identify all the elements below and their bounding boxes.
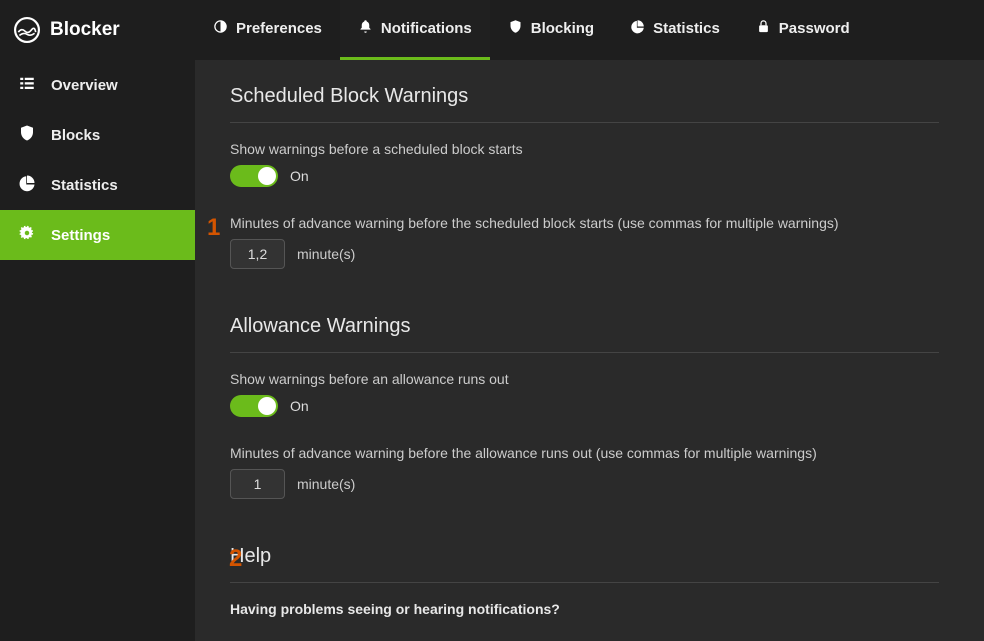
sidebar-item-blocks[interactable]: Blocks bbox=[0, 110, 195, 160]
content-scroll[interactable]: Scheduled Block Warnings Show warnings b… bbox=[195, 60, 984, 641]
divider bbox=[230, 582, 939, 583]
tab-preferences[interactable]: Preferences bbox=[195, 0, 340, 60]
content-wrap: Scheduled Block Warnings Show warnings b… bbox=[195, 60, 984, 641]
pie-icon bbox=[630, 19, 645, 38]
lock-icon bbox=[756, 19, 771, 38]
app-logo-icon bbox=[14, 17, 40, 43]
pie-icon bbox=[18, 174, 36, 196]
divider bbox=[230, 352, 939, 353]
tab-label: Preferences bbox=[236, 20, 322, 37]
divider bbox=[230, 122, 939, 123]
allowance-show-toggle[interactable] bbox=[230, 395, 278, 417]
allowance-show-state: On bbox=[290, 398, 309, 414]
sidebar-item-label: Overview bbox=[51, 77, 118, 94]
scheduled-minutes-input[interactable] bbox=[230, 239, 285, 269]
allowance-minutes-input[interactable] bbox=[230, 469, 285, 499]
tab-label: Blocking bbox=[531, 20, 594, 37]
top-tabs: Preferences Notifications Blocking Stati… bbox=[195, 0, 868, 60]
tab-label: Password bbox=[779, 20, 850, 37]
shield-icon bbox=[508, 19, 523, 38]
list-icon bbox=[18, 74, 36, 96]
allowance-minutes-unit: minute(s) bbox=[297, 476, 355, 492]
tab-blocking[interactable]: Blocking bbox=[490, 0, 612, 60]
sidebar: Overview Blocks Statistics Settings bbox=[0, 60, 195, 641]
tab-label: Notifications bbox=[381, 20, 472, 37]
scheduled-show-toggle[interactable] bbox=[230, 165, 278, 187]
shield-icon bbox=[18, 124, 36, 146]
topbar: Blocker Preferences Notifications Blocki… bbox=[0, 0, 984, 60]
sidebar-item-statistics[interactable]: Statistics bbox=[0, 160, 195, 210]
tab-statistics[interactable]: Statistics bbox=[612, 0, 738, 60]
brand: Blocker bbox=[0, 17, 195, 43]
app-name: Blocker bbox=[50, 19, 120, 41]
bell-icon bbox=[358, 19, 373, 38]
scheduled-minutes-unit: minute(s) bbox=[297, 246, 355, 262]
scheduled-show-state: On bbox=[290, 168, 309, 184]
sidebar-item-label: Settings bbox=[51, 227, 110, 244]
sidebar-item-settings[interactable]: Settings bbox=[0, 210, 195, 260]
help-question: Having problems seeing or hearing notifi… bbox=[230, 601, 939, 617]
section-title-allowance: Allowance Warnings bbox=[230, 315, 939, 338]
scheduled-minutes-label: Minutes of advance warning before the sc… bbox=[230, 215, 939, 231]
sidebar-item-label: Blocks bbox=[51, 127, 100, 144]
scheduled-show-label: Show warnings before a scheduled block s… bbox=[230, 141, 939, 157]
gear-icon bbox=[18, 224, 36, 246]
section-title-help: Help bbox=[230, 545, 939, 568]
sidebar-item-label: Statistics bbox=[51, 177, 118, 194]
allowance-show-label: Show warnings before an allowance runs o… bbox=[230, 371, 939, 387]
tab-password[interactable]: Password bbox=[738, 0, 868, 60]
allowance-minutes-label: Minutes of advance warning before the al… bbox=[230, 445, 939, 461]
section-title-scheduled: Scheduled Block Warnings bbox=[230, 85, 939, 108]
sidebar-item-overview[interactable]: Overview bbox=[0, 60, 195, 110]
contrast-icon bbox=[213, 19, 228, 38]
tab-label: Statistics bbox=[653, 20, 720, 37]
tab-notifications[interactable]: Notifications bbox=[340, 0, 490, 60]
